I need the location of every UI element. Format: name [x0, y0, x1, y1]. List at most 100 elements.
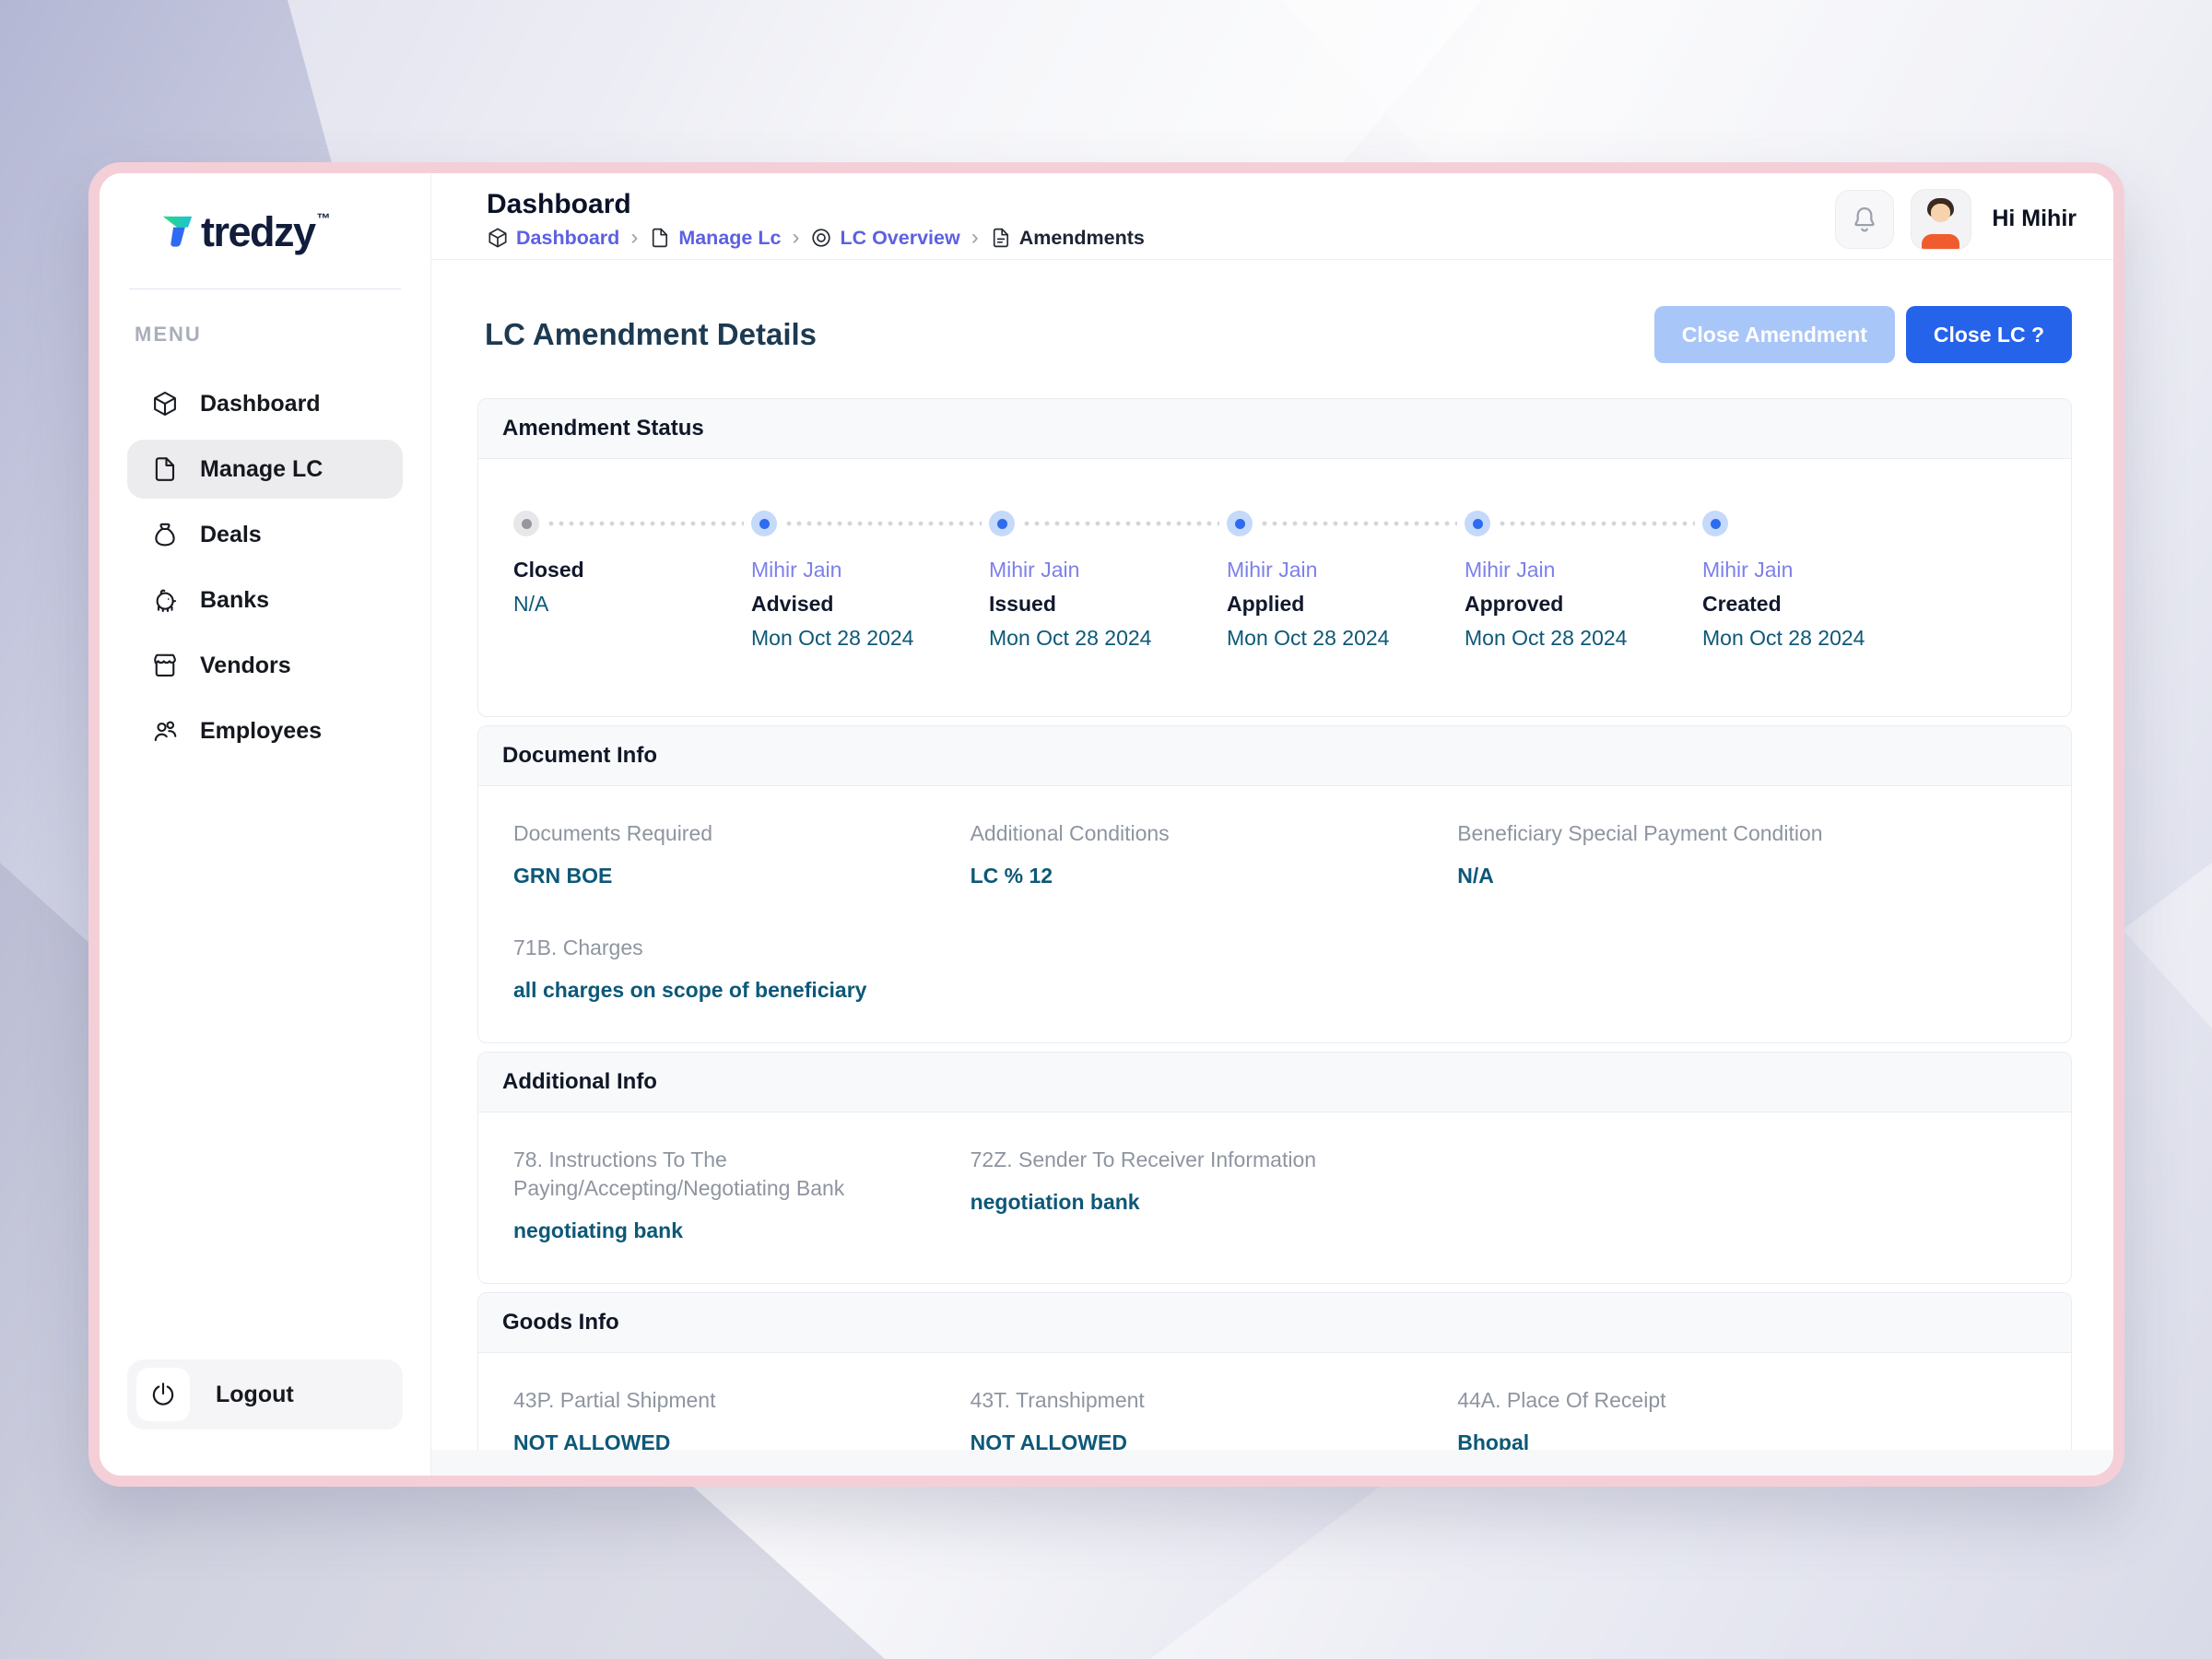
section-title: Amendment Status [478, 399, 2071, 459]
field-value: N/A [1457, 864, 1494, 888]
field-value: NOT ALLOWED [970, 1430, 1127, 1450]
sidebar-item-vendors[interactable]: Vendors [127, 636, 403, 695]
breadcrumb-item-manage-lc[interactable]: Manage Lc [649, 227, 781, 250]
bag-icon [151, 521, 179, 548]
timeline-status: Created [1702, 592, 1782, 616]
timeline-date: Mon Oct 28 2024 [751, 626, 914, 650]
goods-info-section: Goods Info 43P. Partial Shipment NOT ALLO… [477, 1292, 2072, 1450]
bell-icon [1850, 205, 1879, 234]
timeline-person: Mihir Jain [751, 558, 842, 582]
breadcrumb-item-dashboard[interactable]: Dashboard [487, 227, 619, 250]
sidebar-item-label: Employees [200, 717, 323, 744]
notifications-button[interactable] [1835, 189, 1895, 249]
avatar[interactable] [1911, 188, 1972, 250]
info-field-78-instructions-to-the-paying-accepting-negotiating-bank: 78. Instructions To The Paying/Accepting… [513, 1146, 971, 1244]
sidebar-item-deals[interactable]: Deals [127, 505, 403, 564]
timeline-connector [786, 521, 982, 526]
info-field-43t-transhipment: 43T. Transhipment NOT ALLOWED [971, 1386, 1458, 1450]
divider [129, 288, 401, 289]
timeline-step: Mihir Jain Advised Mon Oct 28 2024 [751, 511, 989, 655]
timeline-step-lines: Mihir Jain Applied Mon Oct 28 2024 [1227, 553, 1465, 655]
timeline-node [989, 511, 1015, 536]
breadcrumb-separator: › [630, 225, 639, 250]
avatar-face [1931, 203, 1951, 222]
breadcrumb-separator: › [971, 225, 979, 250]
user-greeting: Hi Mihir [1992, 206, 2077, 231]
timeline-status: Issued [989, 592, 1056, 616]
shop-icon [151, 652, 179, 679]
field-value: all charges on scope of beneficiary [513, 978, 867, 1002]
timeline-step-lines: Mihir Jain Approved Mon Oct 28 2024 [1465, 553, 1702, 655]
breadcrumb-label: Manage Lc [678, 226, 782, 249]
power-icon [136, 1368, 190, 1421]
timeline-step: Mihir Jain Approved Mon Oct 28 2024 [1465, 511, 1702, 655]
timeline-node-dot [996, 518, 1007, 529]
timeline-status: Advised [751, 592, 834, 616]
sidebar-item-label: Deals [200, 521, 262, 547]
timeline-person: Mihir Jain [1227, 558, 1318, 582]
cube-icon [151, 390, 179, 418]
field-label: 44A. Place Of Receipt [1457, 1388, 1666, 1412]
field-label: 43P. Partial Shipment [513, 1388, 716, 1412]
file-icon [649, 227, 671, 249]
logout-label: Logout [216, 1381, 294, 1407]
breadcrumb-separator: › [792, 225, 800, 250]
breadcrumb-item-lc-overview[interactable]: LC Overview [810, 227, 960, 250]
timeline-status: Approved [1465, 592, 1564, 616]
target-icon [810, 227, 832, 249]
timeline-person: Mihir Jain [1702, 558, 1794, 582]
sidebar-item-manage-lc[interactable]: Manage LC [127, 440, 403, 499]
timeline-step-lines: Closed N/A [513, 553, 751, 621]
breadcrumb-label: Amendments [1018, 226, 1145, 249]
timeline-node [1702, 511, 1728, 536]
timeline-node-dot [1472, 518, 1483, 529]
timeline-step-lines: Mihir Jain Issued Mon Oct 28 2024 [989, 553, 1227, 655]
field-label: 78. Instructions To The Paying/Accepting… [513, 1147, 845, 1200]
timeline-step: Mihir Jain Created Mon Oct 28 2024 [1702, 511, 1940, 655]
section-title: Additional Info [478, 1053, 2071, 1112]
timeline-step: Mihir Jain Issued Mon Oct 28 2024 [989, 511, 1227, 655]
timeline-person: Mihir Jain [989, 558, 1080, 582]
logout-button[interactable]: Logout [127, 1359, 403, 1430]
timeline-connector [548, 521, 744, 526]
timeline-date: Mon Oct 28 2024 [1465, 626, 1628, 650]
section-title: Goods Info [478, 1293, 2071, 1353]
info-field-72z-sender-to-receiver-information: 72Z. Sender To Receiver Information negot… [971, 1146, 1458, 1244]
close-amendment-button[interactable]: Close Amendment [1653, 306, 1895, 363]
timeline-date: Mon Oct 28 2024 [1702, 626, 1865, 650]
topbar: Dashboard Dashboard › Manage Lc › LC Overvie… [431, 173, 2113, 260]
avatar-shirt [1922, 233, 1960, 249]
doc-icon [990, 227, 1012, 249]
timeline-status: Applied [1227, 592, 1305, 616]
piggy-icon [151, 586, 179, 614]
sidebar-item-label: Dashboard [200, 390, 321, 417]
amendment-status-section: Amendment Status Closed N/A Mihir Jain Advi… [477, 398, 2072, 717]
brand-logo: tredzy ™ [127, 210, 403, 253]
info-field-43p-partial-shipment: 43P. Partial Shipment NOT ALLOWED [513, 1386, 971, 1450]
sidebar-item-employees[interactable]: Employees [127, 701, 403, 760]
timeline-step: Closed N/A [513, 511, 751, 655]
timeline-node [513, 511, 539, 536]
field-value: Bhopal [1457, 1430, 1530, 1450]
field-value: negotiation bank [970, 1190, 1140, 1214]
brand-trademark: ™ [316, 211, 331, 227]
main-body: LC Amendment Details Close Amendment Clo… [431, 260, 2113, 1476]
main-area: Dashboard Dashboard › Manage Lc › LC Overvie… [431, 173, 2113, 1476]
timeline-person: Mihir Jain [1465, 558, 1556, 582]
timeline-node [1465, 511, 1490, 536]
info-field-additional-conditions: Additional Conditions LC % 12 [971, 819, 1458, 889]
sidebar-item-dashboard[interactable]: Dashboard [127, 374, 403, 433]
brand-logo-text: tredzy [201, 208, 316, 255]
sidebar-item-banks[interactable]: Banks [127, 571, 403, 629]
timeline-date: Mon Oct 28 2024 [1227, 626, 1390, 650]
field-label: Additional Conditions [970, 821, 1170, 845]
section-title: Document Info [478, 726, 2071, 786]
timeline-node [1227, 511, 1253, 536]
menu-label: MENU [135, 323, 202, 346]
close-lc-button[interactable]: Close LC ? [1905, 306, 2072, 363]
brand-logo-icon [155, 210, 198, 253]
timeline-node-dot [759, 518, 770, 529]
timeline-connector [1262, 521, 1457, 526]
timeline-node-dot [521, 518, 532, 529]
field-label: 71B. Charges [513, 935, 643, 959]
